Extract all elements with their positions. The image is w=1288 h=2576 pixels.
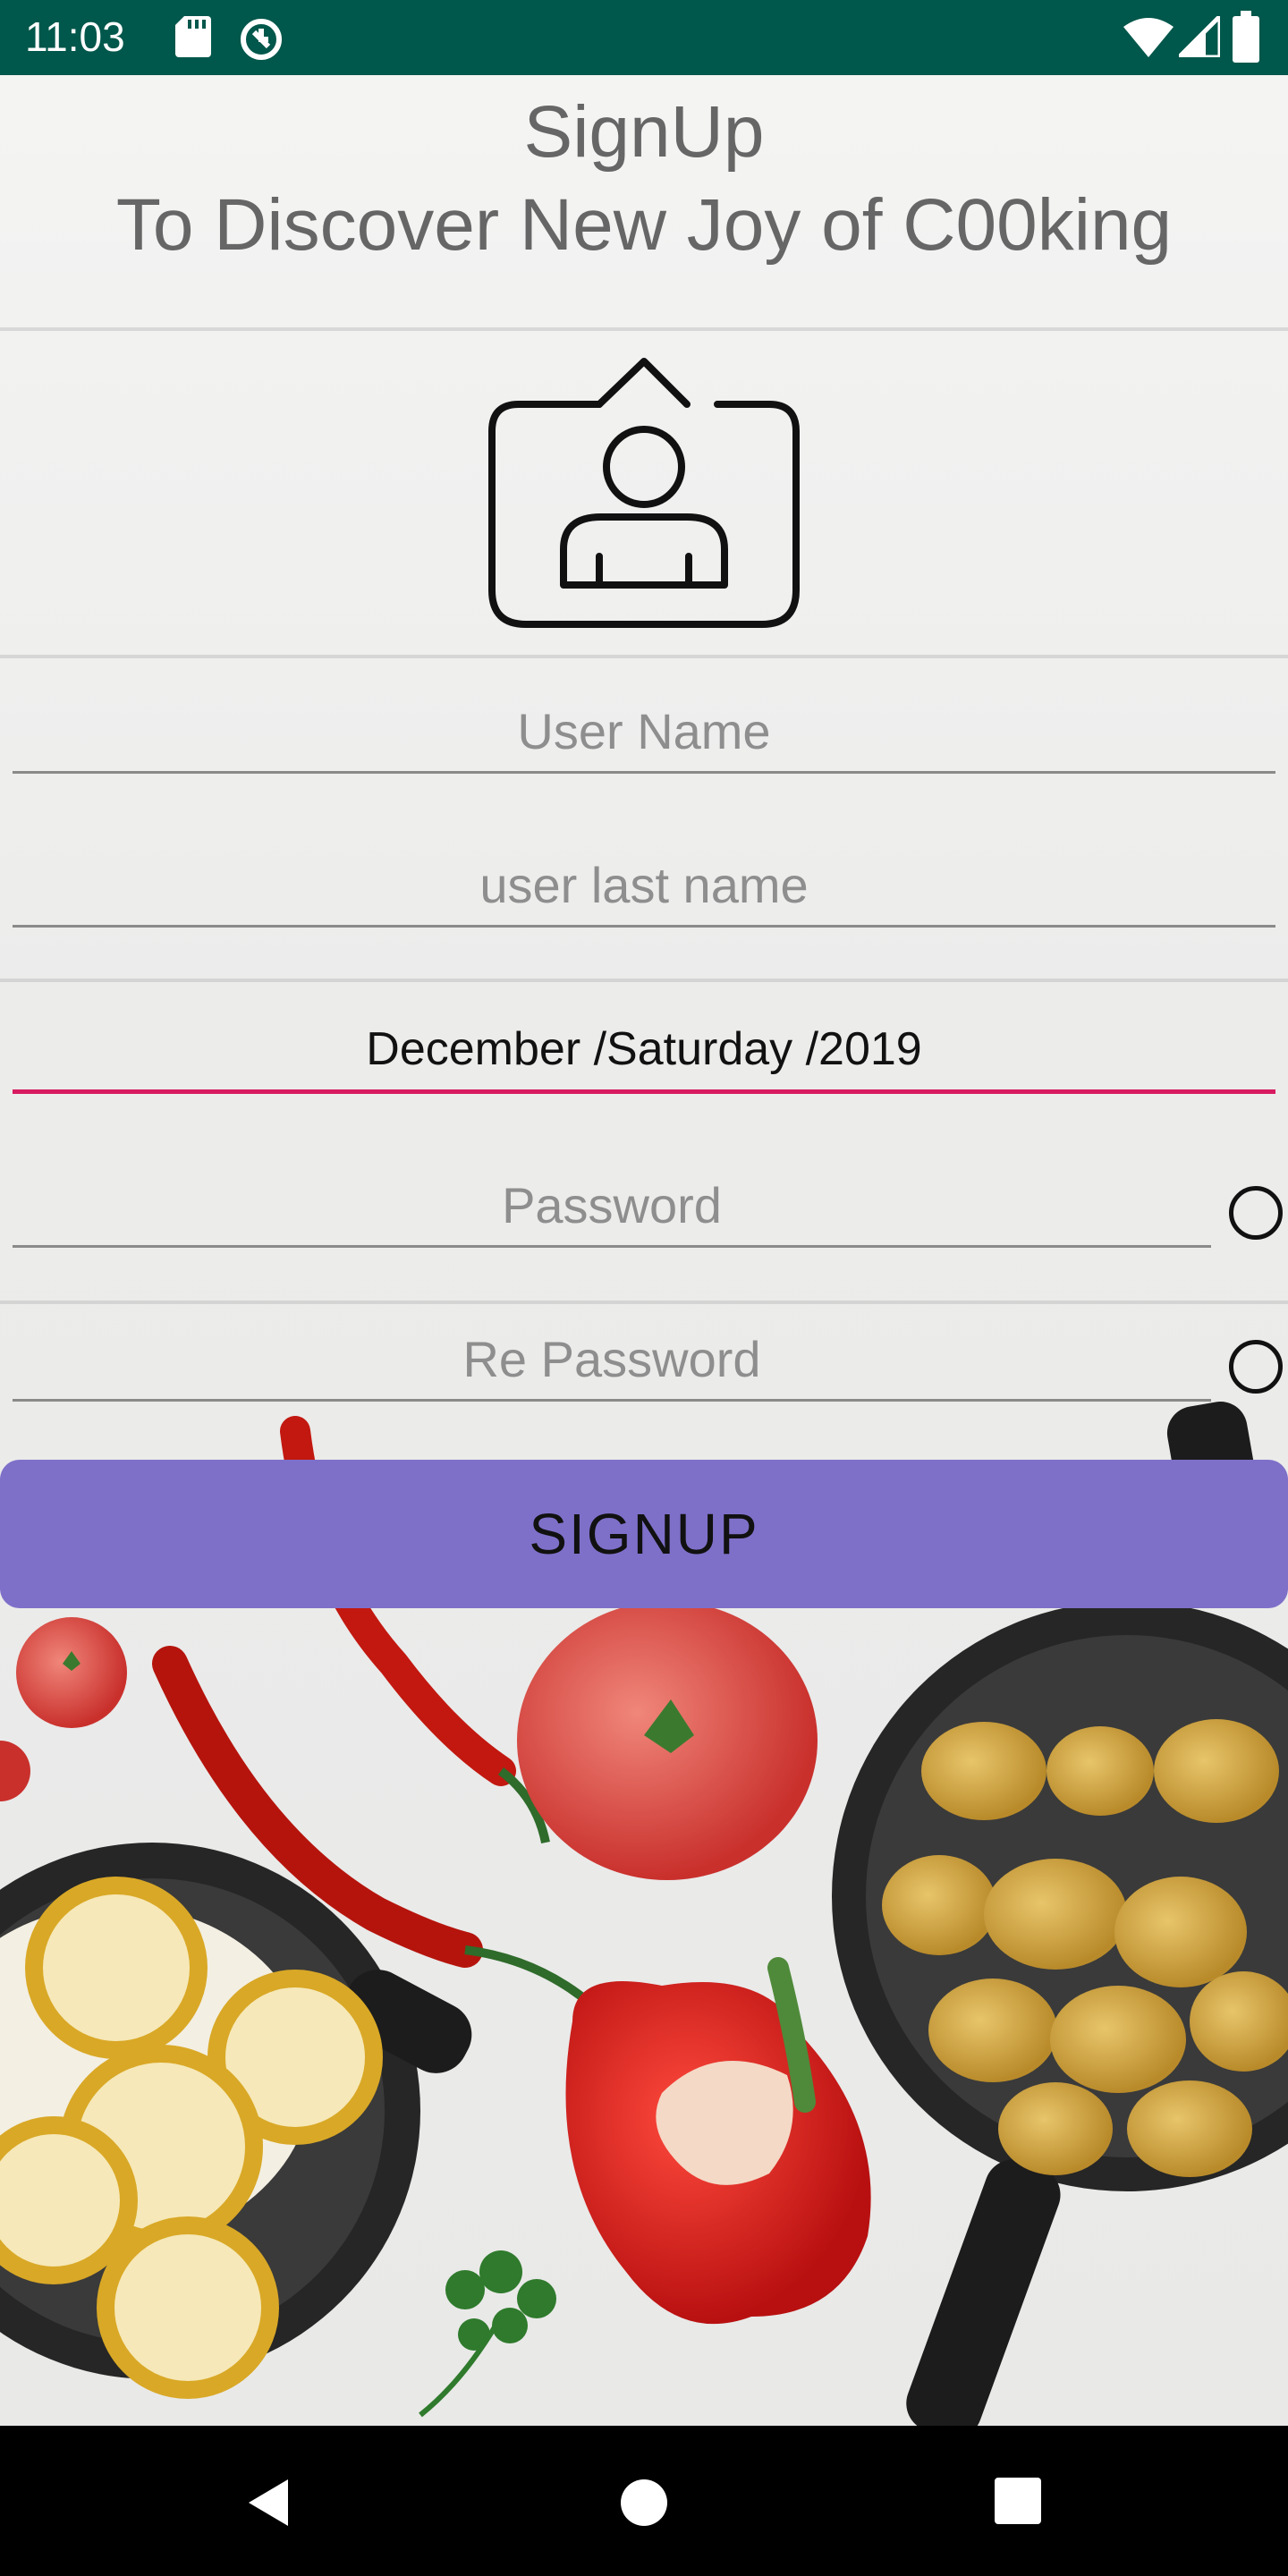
show-password-radio[interactable] bbox=[1229, 1186, 1283, 1240]
sync-icon bbox=[241, 19, 282, 60]
battery-icon bbox=[1233, 11, 1259, 63]
repassword-input[interactable] bbox=[13, 1318, 1211, 1402]
home-icon[interactable] bbox=[617, 2476, 671, 2529]
user-name-input[interactable] bbox=[13, 691, 1275, 774]
date-input[interactable] bbox=[13, 1009, 1275, 1094]
wifi-icon bbox=[1123, 18, 1174, 57]
page-title: SignUp To Discover New Joy of C00king bbox=[0, 86, 1288, 272]
navigation-bar bbox=[0, 2426, 1288, 2576]
signal-icon bbox=[1179, 16, 1220, 57]
profile-card-icon[interactable] bbox=[483, 351, 805, 637]
signup-button[interactable]: SIGNUP bbox=[0, 1460, 1288, 1608]
status-time: 11:03 bbox=[25, 13, 125, 60]
title-line-2: To Discover New Joy of C00king bbox=[115, 184, 1173, 266]
title-line-1: SignUp bbox=[523, 91, 765, 173]
last-name-input[interactable] bbox=[13, 844, 1275, 928]
sd-card-icon bbox=[175, 16, 211, 57]
recents-icon[interactable] bbox=[993, 2476, 1043, 2526]
signup-screen: 11:03 SignUp To Discover New Joy of C00k… bbox=[0, 0, 1288, 2576]
show-repassword-radio[interactable] bbox=[1229, 1340, 1283, 1394]
password-input[interactable] bbox=[13, 1165, 1211, 1248]
back-icon[interactable] bbox=[242, 2476, 295, 2529]
status-bar: 11:03 bbox=[0, 0, 1288, 75]
